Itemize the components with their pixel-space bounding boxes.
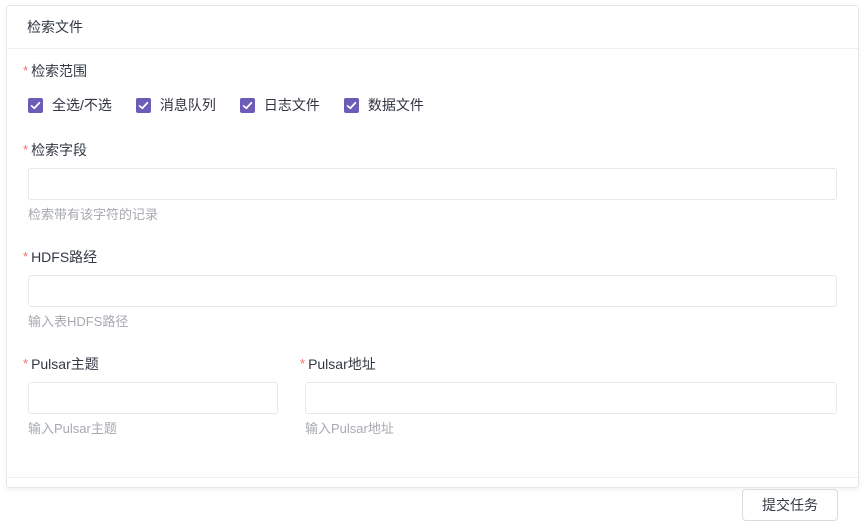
card-title: 检索文件 (27, 19, 83, 35)
required-asterisk: * (23, 142, 28, 157)
required-asterisk: * (23, 63, 28, 78)
pulsar-topic-label-row: *Pulsar主题 (23, 356, 278, 372)
form-item-scope: *检索范围 全选/不选 消息队列 (23, 63, 837, 115)
required-asterisk: * (300, 356, 305, 371)
checkbox-data-files[interactable]: 数据文件 (344, 95, 424, 115)
scope-checkbox-row: 全选/不选 消息队列 日志文件 (23, 95, 837, 115)
search-field-label: 检索字段 (31, 142, 87, 158)
card-footer: 提交任务 (7, 477, 858, 529)
required-asterisk: * (23, 356, 28, 371)
card-header: 检索文件 (7, 6, 858, 49)
search-file-card: 检索文件 *检索范围 全选/不选 消息队列 (6, 5, 859, 488)
checkbox-label: 日志文件 (264, 95, 320, 115)
check-icon (344, 98, 359, 113)
pulsar-address-label: Pulsar地址 (308, 356, 376, 372)
pulsar-address-input[interactable] (305, 382, 837, 414)
form-item-hdfs-path: *HDFS路经 输入表HDFS路径 (23, 249, 837, 329)
pulsar-row: *Pulsar主题 输入Pulsar主题 *Pulsar地址 输入Pulsar地… (23, 356, 837, 463)
pulsar-topic-label: Pulsar主题 (31, 356, 99, 372)
checkbox-select-all[interactable]: 全选/不选 (28, 95, 112, 115)
checkbox-log-files[interactable]: 日志文件 (240, 95, 320, 115)
scope-label-row: *检索范围 (23, 63, 837, 79)
form-item-search-field: *检索字段 检索带有该字符的记录 (23, 142, 837, 222)
form-item-pulsar-topic: *Pulsar主题 输入Pulsar主题 (23, 356, 278, 436)
required-asterisk: * (23, 249, 28, 264)
search-field-helper: 检索带有该字符的记录 (23, 207, 837, 222)
hdfs-path-input[interactable] (28, 275, 837, 307)
scope-label: 检索范围 (31, 63, 87, 79)
pulsar-topic-helper: 输入Pulsar主题 (23, 421, 278, 436)
form-item-pulsar-address: *Pulsar地址 输入Pulsar地址 (300, 356, 837, 463)
checkbox-label: 数据文件 (368, 95, 424, 115)
check-icon (136, 98, 151, 113)
pulsar-address-helper: 输入Pulsar地址 (300, 421, 837, 436)
checkbox-label: 全选/不选 (52, 95, 112, 115)
form-body: *检索范围 全选/不选 消息队列 (7, 49, 858, 477)
pulsar-address-label-row: *Pulsar地址 (300, 356, 837, 372)
hdfs-path-helper: 输入表HDFS路径 (23, 314, 837, 329)
search-field-input[interactable] (28, 168, 837, 200)
search-field-label-row: *检索字段 (23, 142, 837, 158)
submit-task-button[interactable]: 提交任务 (742, 489, 838, 521)
pulsar-topic-input[interactable] (28, 382, 278, 414)
checkbox-label: 消息队列 (160, 95, 216, 115)
checkbox-message-queue[interactable]: 消息队列 (136, 95, 216, 115)
check-icon (240, 98, 255, 113)
hdfs-path-label: HDFS路经 (31, 249, 97, 265)
check-icon (28, 98, 43, 113)
hdfs-path-label-row: *HDFS路经 (23, 249, 837, 265)
